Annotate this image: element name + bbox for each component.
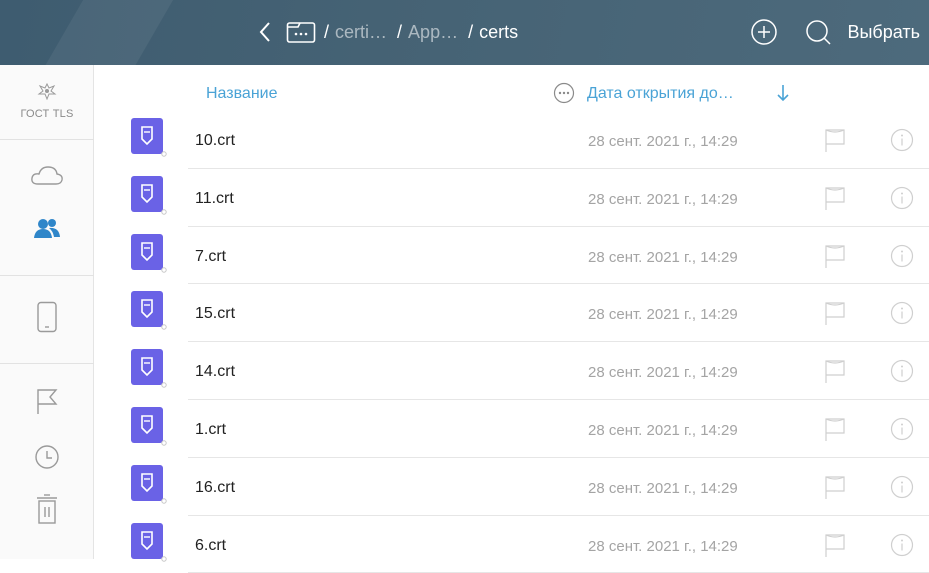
- file-row[interactable]: 11.crt 28 сент. 2021 г., 14:29: [94, 169, 929, 227]
- info-icon[interactable]: [890, 128, 914, 152]
- info-icon[interactable]: [890, 301, 914, 325]
- sidebar-item-shared[interactable]: [0, 210, 94, 250]
- breadcrumb-current: certs: [479, 21, 519, 42]
- flag-icon[interactable]: [822, 300, 848, 326]
- file-date: 28 сент. 2021 г., 14:29: [588, 190, 738, 208]
- sidebar-item-recent[interactable]: [0, 439, 94, 479]
- column-name-header[interactable]: Название: [206, 85, 278, 103]
- breadcrumb-separator: /: [324, 21, 330, 42]
- flag-icon[interactable]: [822, 243, 848, 269]
- file-row[interactable]: 1.crt 28 сент. 2021 г., 14:29: [94, 400, 929, 458]
- breadcrumb: / certi… / App… / certs: [258, 15, 518, 49]
- info-icon[interactable]: [890, 359, 914, 383]
- certificate-icon: [131, 349, 167, 389]
- select-button[interactable]: Выбрать: [847, 22, 920, 43]
- search-icon[interactable]: [803, 17, 833, 47]
- file-row[interactable]: 6.crt 28 сент. 2021 г., 14:29: [94, 516, 929, 573]
- gost-logo-icon: [37, 82, 57, 105]
- column-date-header[interactable]: Дата открытия до…: [587, 85, 734, 103]
- tablet-icon: [36, 301, 58, 338]
- breadcrumb-item[interactable]: App…: [408, 22, 458, 43]
- certificate-icon: [131, 233, 167, 274]
- info-icon[interactable]: [890, 417, 914, 441]
- file-row[interactable]: 16.crt 28 сент. 2021 г., 14:29: [94, 458, 929, 516]
- topbar-decoration: [19, 0, 191, 65]
- flag-icon[interactable]: [822, 474, 848, 500]
- file-date: 28 сент. 2021 г., 14:29: [588, 306, 738, 324]
- file-row[interactable]: 14.crt 28 сент. 2021 г., 14:29: [94, 342, 929, 400]
- sidebar-item-cloud[interactable]: [0, 157, 94, 197]
- file-name: 1.crt: [195, 420, 227, 438]
- file-date: 28 сент. 2021 г., 14:29: [588, 364, 738, 382]
- info-icon[interactable]: [890, 475, 914, 499]
- file-date: 28 сент. 2021 г., 14:29: [588, 537, 738, 555]
- sidebar-item-device[interactable]: [0, 297, 94, 341]
- sidebar-item-gost-tls[interactable]: ГОСТ TLS: [0, 71, 94, 131]
- certificate-icon: [131, 291, 167, 331]
- flag-icon: [35, 387, 59, 420]
- file-row[interactable]: 7.crt 28 сент. 2021 г., 14:29: [94, 227, 929, 285]
- breadcrumb-item[interactable]: certi…: [335, 22, 387, 43]
- file-name: 11.crt: [195, 189, 234, 207]
- file-list: 10.crt 28 сент. 2021 г., 14:29 11.crt 28…: [94, 111, 929, 573]
- file-name: 10.crt: [195, 132, 236, 149]
- gost-tls-label: ГОСТ TLS: [20, 108, 74, 120]
- info-icon[interactable]: [890, 244, 914, 268]
- file-date: 28 сент. 2021 г., 14:29: [588, 133, 738, 150]
- file-date: 28 сент. 2021 г., 14:29: [588, 421, 738, 439]
- list-header: Название Дата открытия до…: [94, 65, 929, 111]
- shared-users-icon: [33, 217, 61, 244]
- file-row[interactable]: 10.crt 28 сент. 2021 г., 14:29: [94, 111, 929, 169]
- sidebar-item-flagged[interactable]: [0, 383, 94, 423]
- folder-icon[interactable]: [284, 17, 318, 47]
- cloud-icon: [30, 164, 64, 191]
- file-name: 15.crt: [195, 305, 236, 323]
- certificate-icon: [131, 406, 167, 447]
- flag-icon[interactable]: [822, 127, 848, 153]
- flag-icon[interactable]: [822, 532, 848, 558]
- info-icon[interactable]: [890, 186, 914, 210]
- more-options-icon[interactable]: [553, 82, 575, 104]
- file-date: 28 сент. 2021 г., 14:29: [588, 479, 738, 497]
- arrow-down-icon[interactable]: [776, 83, 790, 103]
- trash-icon: [35, 493, 59, 530]
- file-name: 7.crt: [195, 247, 227, 265]
- breadcrumb-separator: /: [397, 21, 403, 42]
- flag-icon[interactable]: [822, 416, 848, 442]
- top-actions: Выбрать: [749, 15, 929, 49]
- flag-icon[interactable]: [822, 358, 848, 384]
- info-icon[interactable]: [890, 533, 914, 557]
- flag-icon[interactable]: [822, 185, 848, 211]
- file-date: 28 сент. 2021 г., 14:29: [588, 248, 738, 266]
- breadcrumb-separator: /: [468, 21, 474, 42]
- sidebar: ГОСТ TLS: [0, 65, 94, 559]
- file-name: 14.crt: [195, 363, 236, 381]
- sidebar-item-trash[interactable]: [0, 489, 94, 533]
- clock-icon: [34, 444, 60, 475]
- certificate-icon: [131, 118, 167, 158]
- plus-circle-icon[interactable]: [749, 17, 779, 47]
- certificate-icon: [131, 464, 167, 505]
- certificate-icon: [131, 522, 167, 563]
- top-bar: / certi… / App… / certs Выбрать: [0, 0, 929, 65]
- file-name: 6.crt: [195, 536, 227, 554]
- file-name: 16.crt: [195, 478, 236, 496]
- certificate-icon: [131, 175, 167, 216]
- file-row[interactable]: 15.crt 28 сент. 2021 г., 14:29: [94, 284, 929, 343]
- chevron-left-icon[interactable]: [258, 17, 280, 47]
